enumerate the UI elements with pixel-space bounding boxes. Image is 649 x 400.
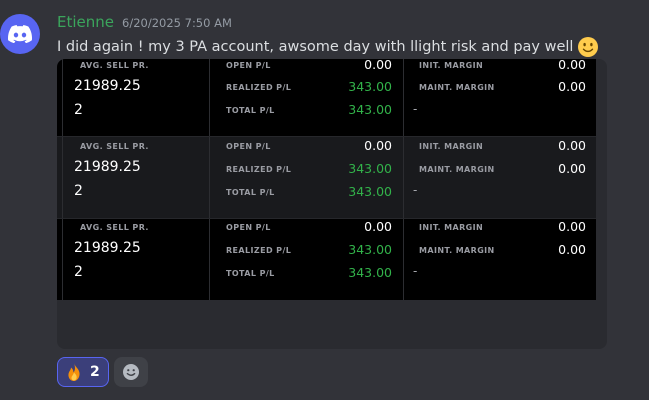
username[interactable]: Etienne	[57, 13, 114, 31]
smiley-icon	[123, 364, 139, 380]
open-pl-label: OPEN P/L	[226, 61, 271, 70]
realized-pl-label: REALIZED P/L	[226, 246, 292, 255]
reaction-fire[interactable]: 2	[57, 357, 109, 387]
maint-margin-value: 0.00	[558, 242, 586, 257]
avg-sell-label: AVG. SELL PR.	[80, 61, 149, 70]
maint-margin-value: 0.00	[558, 79, 586, 94]
init-margin-value: 0.00	[558, 59, 586, 72]
init-margin-label: INIT. MARGIN	[419, 61, 484, 70]
maint-margin-label: MAINT. MARGIN	[419, 246, 495, 255]
image-attachment[interactable]: AVG. SELL PR. 21989.25 2 OPEN P/L 0.00 R…	[57, 59, 607, 349]
open-pl-value: 0.00	[364, 219, 392, 234]
discord-logo-icon	[8, 25, 32, 43]
account-panel	[57, 59, 596, 137]
row-divider	[57, 136, 596, 137]
realized-pl-value: 343.00	[348, 79, 392, 94]
extra-value: -	[413, 183, 418, 197]
extra-value: -	[413, 264, 418, 278]
open-pl-value: 0.00	[364, 138, 392, 153]
avatar[interactable]	[0, 14, 40, 54]
row-divider	[57, 218, 596, 219]
avg-sell-label: AVG. SELL PR.	[80, 223, 149, 232]
maint-margin-label: MAINT. MARGIN	[419, 165, 495, 174]
message-header: Etienne 6/20/2025 7:50 AM	[57, 13, 232, 33]
avg-sell-label: AVG. SELL PR.	[80, 142, 149, 151]
message-timestamp: 6/20/2025 7:50 AM	[122, 16, 232, 30]
position-quantity: 2	[74, 183, 83, 199]
fire-icon	[68, 363, 80, 381]
avg-sell-value: 21989.25	[74, 240, 141, 256]
column-divider	[62, 59, 63, 300]
init-margin-label: INIT. MARGIN	[419, 223, 484, 232]
total-pl-label: TOTAL P/L	[226, 269, 275, 278]
realized-pl-value: 343.00	[348, 161, 392, 176]
init-margin-value: 0.00	[558, 138, 586, 153]
total-pl-value: 343.00	[348, 102, 392, 117]
position-quantity: 2	[74, 264, 83, 280]
column-divider	[209, 59, 210, 300]
open-pl-label: OPEN P/L	[226, 142, 271, 151]
reactions-bar: 2	[57, 357, 148, 387]
total-pl-value: 343.00	[348, 265, 392, 280]
reaction-count: 2	[90, 364, 100, 380]
total-pl-label: TOTAL P/L	[226, 188, 275, 197]
extra-value: -	[413, 102, 418, 116]
open-pl-label: OPEN P/L	[226, 223, 271, 232]
maint-margin-label: MAINT. MARGIN	[419, 83, 495, 92]
message-content: I did again ! my 3 PA account, awsome da…	[57, 36, 647, 58]
realized-pl-label: REALIZED P/L	[226, 83, 292, 92]
total-pl-value: 343.00	[348, 184, 392, 199]
slightly-smiling-face-icon	[577, 36, 599, 58]
column-divider	[403, 59, 404, 300]
init-margin-value: 0.00	[558, 219, 586, 234]
position-quantity: 2	[74, 102, 83, 118]
realized-pl-value: 343.00	[348, 242, 392, 257]
avg-sell-value: 21989.25	[74, 159, 141, 175]
realized-pl-label: REALIZED P/L	[226, 165, 292, 174]
open-pl-value: 0.00	[364, 59, 392, 72]
total-pl-label: TOTAL P/L	[226, 106, 275, 115]
message-text: I did again ! my 3 PA account, awsome da…	[57, 39, 574, 55]
add-reaction-button[interactable]	[114, 357, 148, 387]
trading-screenshot: AVG. SELL PR. 21989.25 2 OPEN P/L 0.00 R…	[57, 59, 596, 300]
init-margin-label: INIT. MARGIN	[419, 142, 484, 151]
maint-margin-value: 0.00	[558, 161, 586, 176]
avg-sell-value: 21989.25	[74, 78, 141, 94]
